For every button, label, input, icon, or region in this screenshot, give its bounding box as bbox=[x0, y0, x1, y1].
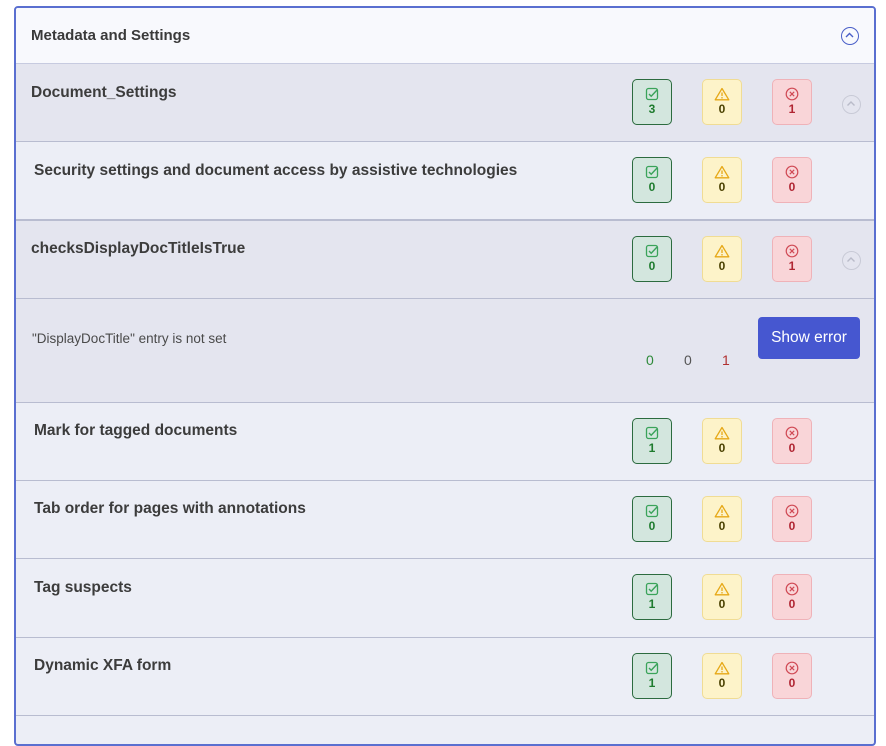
x-circle-icon bbox=[785, 426, 799, 440]
passed-badge: 0 bbox=[632, 236, 672, 282]
error-badge: 0 bbox=[772, 157, 812, 203]
passed-badge: 0 bbox=[632, 157, 672, 203]
section-row-checks-display-doc-title[interactable]: checksDisplayDocTitleIsTrue 0 0 1 bbox=[16, 220, 874, 299]
passed-count: 0 bbox=[648, 519, 656, 533]
passed-count: 1 bbox=[648, 441, 656, 455]
warning-count: 0 bbox=[718, 180, 726, 194]
check-square-icon bbox=[645, 426, 659, 440]
passed-count: 0 bbox=[648, 259, 656, 273]
warning-count: 0 bbox=[718, 676, 726, 690]
row-title: Mark for tagged documents bbox=[34, 422, 238, 439]
check-square-icon bbox=[645, 165, 659, 179]
warning-triangle-icon bbox=[714, 165, 730, 179]
passed-badge: 0 bbox=[632, 496, 672, 542]
error-count: 0 bbox=[788, 441, 796, 455]
error-count: 1 bbox=[788, 259, 796, 273]
section-row-tab-order[interactable]: Tab order for pages with annotations 0 0… bbox=[16, 481, 874, 559]
x-circle-icon bbox=[785, 165, 799, 179]
passed-count: 1 bbox=[648, 676, 656, 690]
error-count: 0 bbox=[788, 180, 796, 194]
error-badge: 0 bbox=[772, 653, 812, 699]
row-title: Tag suspects bbox=[34, 579, 132, 596]
chevron-up-icon[interactable] bbox=[841, 27, 859, 45]
x-circle-icon bbox=[785, 244, 799, 258]
warning-triangle-icon bbox=[714, 87, 730, 101]
warning-triangle-icon bbox=[714, 426, 730, 440]
warning-badge: 0 bbox=[702, 157, 742, 203]
warning-badge: 0 bbox=[702, 653, 742, 699]
row-title: Dynamic XFA form bbox=[34, 657, 172, 674]
x-circle-icon bbox=[785, 504, 799, 518]
warning-count: 0 bbox=[718, 519, 726, 533]
error-badge: 0 bbox=[772, 574, 812, 620]
passed-badge: 1 bbox=[632, 574, 672, 620]
passed-badge: 3 bbox=[632, 79, 672, 125]
error-count: 0 bbox=[788, 597, 796, 611]
check-square-icon bbox=[645, 582, 659, 596]
check-square-icon bbox=[645, 661, 659, 675]
section-row-mark-tagged[interactable]: Mark for tagged documents 1 0 0 bbox=[16, 403, 874, 481]
show-error-button[interactable]: Show error bbox=[758, 317, 860, 359]
warning-count: 0 bbox=[718, 102, 726, 116]
error-badge: 1 bbox=[772, 79, 812, 125]
error-count: 0 bbox=[788, 519, 796, 533]
error-badge: 0 bbox=[772, 418, 812, 464]
error-count: 1 bbox=[788, 102, 796, 116]
detail-error-count: 1 bbox=[722, 352, 730, 368]
error-badge: 0 bbox=[772, 496, 812, 542]
warning-count: 0 bbox=[718, 259, 726, 273]
error-count: 0 bbox=[788, 676, 796, 690]
x-circle-icon bbox=[785, 582, 799, 596]
panel-title: Metadata and Settings bbox=[31, 27, 191, 44]
row-title: Document_Settings bbox=[31, 84, 177, 101]
check-square-icon bbox=[645, 87, 659, 101]
row-title: Security settings and document access by… bbox=[34, 162, 518, 179]
warning-badge: 0 bbox=[702, 236, 742, 282]
detail-passed-count: 0 bbox=[646, 352, 654, 368]
passed-badge: 1 bbox=[632, 418, 672, 464]
check-square-icon bbox=[645, 504, 659, 518]
warning-triangle-icon bbox=[714, 582, 730, 596]
passed-badge: 1 bbox=[632, 653, 672, 699]
passed-count: 3 bbox=[648, 102, 656, 116]
x-circle-icon bbox=[785, 661, 799, 675]
x-circle-icon bbox=[785, 87, 799, 101]
check-detail: "DisplayDocTitle" entry is not set 0 0 1… bbox=[16, 299, 874, 403]
warning-badge: 0 bbox=[702, 418, 742, 464]
passed-count: 0 bbox=[648, 180, 656, 194]
warning-badge: 0 bbox=[702, 496, 742, 542]
warning-badge: 0 bbox=[702, 79, 742, 125]
panel-header[interactable]: Metadata and Settings bbox=[16, 8, 874, 64]
warning-badge: 0 bbox=[702, 574, 742, 620]
metadata-settings-panel: Metadata and Settings Document_Settings … bbox=[14, 6, 876, 746]
section-row-document-settings[interactable]: Document_Settings 3 0 1 bbox=[16, 64, 874, 142]
error-badge: 1 bbox=[772, 236, 812, 282]
warning-triangle-icon bbox=[714, 504, 730, 518]
row-title: Tab order for pages with annotations bbox=[34, 500, 306, 517]
detail-warning-count: 0 bbox=[684, 352, 692, 368]
section-row-security-settings[interactable]: Security settings and document access by… bbox=[16, 142, 874, 220]
check-square-icon bbox=[645, 244, 659, 258]
passed-count: 1 bbox=[648, 597, 656, 611]
warning-triangle-icon bbox=[714, 661, 730, 675]
row-title: checksDisplayDocTitleIsTrue bbox=[31, 240, 246, 257]
chevron-up-icon[interactable] bbox=[842, 95, 861, 114]
detail-message: "DisplayDocTitle" entry is not set bbox=[32, 331, 227, 346]
chevron-up-icon[interactable] bbox=[842, 251, 861, 270]
warning-count: 0 bbox=[718, 441, 726, 455]
warning-triangle-icon bbox=[714, 244, 730, 258]
section-row-dynamic-xfa[interactable]: Dynamic XFA form 1 0 0 bbox=[16, 638, 874, 716]
section-row-tag-suspects[interactable]: Tag suspects 1 0 0 bbox=[16, 559, 874, 638]
warning-count: 0 bbox=[718, 597, 726, 611]
